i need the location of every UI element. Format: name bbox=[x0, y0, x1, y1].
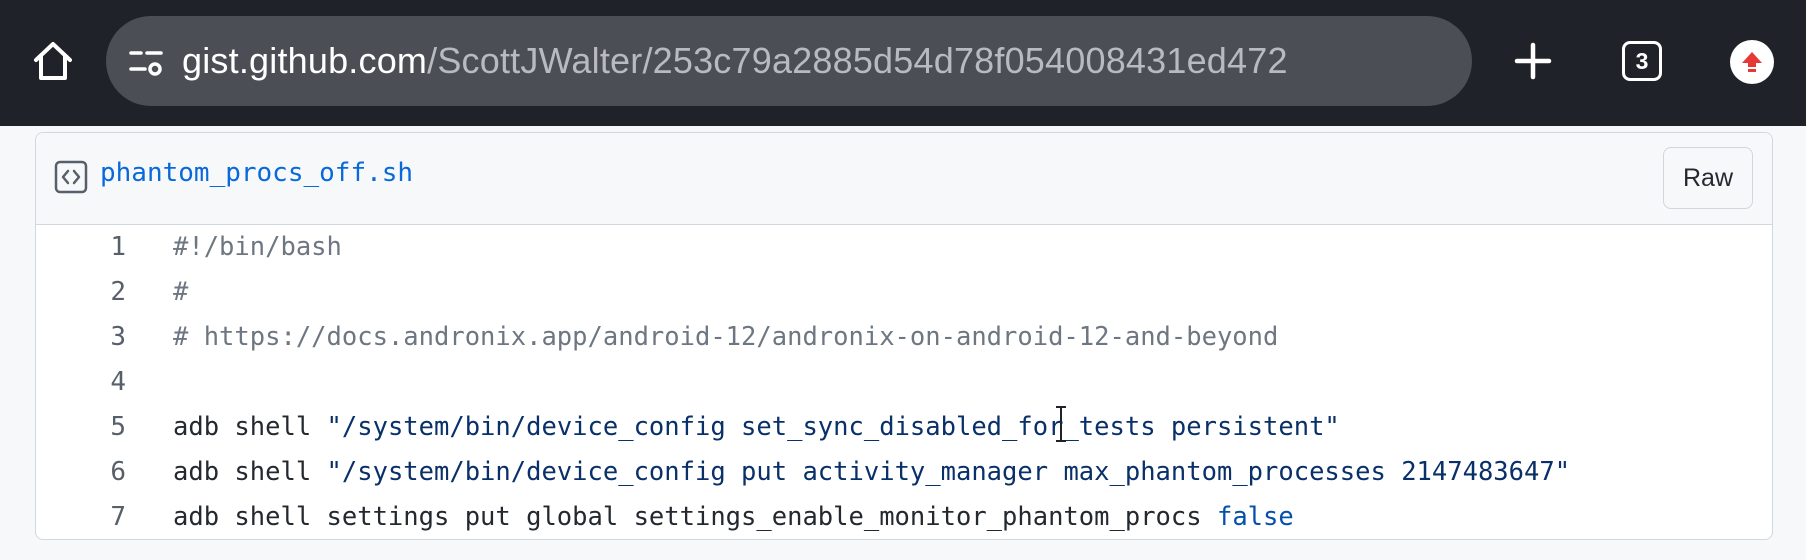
code-token-keyword: false bbox=[1216, 502, 1294, 532]
line-code: adb shell settings put global settings_e… bbox=[173, 495, 1294, 539]
line-code: # bbox=[173, 270, 188, 315]
line-code: adb shell "/system/bin/device_config set… bbox=[173, 405, 1340, 450]
raw-button[interactable]: Raw bbox=[1663, 147, 1753, 209]
gist-file-box: phantom_procs_off.sh Raw 1 #!/bin/bash 2 #3… bbox=[35, 132, 1773, 540]
address-bar[interactable]: gist.github.com/ScottJWalter/253c79a2885… bbox=[106, 16, 1472, 106]
code-line: 5 adb shell "/system/bin/device_config se… bbox=[36, 405, 1772, 450]
file-name-link[interactable]: phantom_procs_off.sh bbox=[100, 158, 413, 188]
url-domain: gist.github.com bbox=[182, 40, 428, 81]
code-token-plain: adb shell settings put global settings_e… bbox=[173, 502, 1217, 532]
code-line: 3 # https://docs.andronix.app/android-12/… bbox=[36, 315, 1772, 360]
code-line: 4 bbox=[36, 360, 1772, 405]
code-body: 1 #!/bin/bash 2 #3 # https://docs.andronix.a… bbox=[36, 225, 1772, 539]
line-number[interactable]: 3 bbox=[76, 315, 126, 360]
code-token-string: "/system/bin/device_config put activity_… bbox=[326, 457, 1571, 487]
code-line: 1 #!/bin/bash bbox=[36, 225, 1772, 270]
new-tab-button[interactable] bbox=[1502, 30, 1564, 92]
line-number[interactable]: 2 bbox=[76, 270, 126, 315]
home-icon bbox=[34, 42, 72, 80]
tune-icon bbox=[129, 51, 163, 76]
code-token-comment: #!/bin/bash bbox=[173, 232, 342, 262]
update-button[interactable] bbox=[1730, 40, 1774, 84]
code-token-plain: adb shell bbox=[173, 412, 327, 442]
line-number[interactable]: 6 bbox=[76, 450, 126, 495]
code-token-comment: # bbox=[173, 277, 189, 307]
line-number[interactable]: 4 bbox=[76, 360, 126, 405]
plus-icon bbox=[1514, 42, 1552, 80]
line-number[interactable]: 1 bbox=[76, 225, 126, 270]
code-token-plain: adb shell bbox=[173, 457, 327, 487]
home-button[interactable] bbox=[22, 30, 84, 92]
browser-toolbar: gist.github.com/ScottJWalter/253c79a2885… bbox=[0, 0, 1806, 126]
code-line: 7 adb shell settings put global settings_… bbox=[36, 495, 1772, 539]
code-line: 2 # bbox=[36, 270, 1772, 315]
file-header: phantom_procs_off.sh Raw bbox=[36, 133, 1772, 225]
url-path: /ScottJWalter/253c79a2885d54d78f05400843… bbox=[427, 40, 1288, 81]
line-number[interactable]: 5 bbox=[76, 405, 126, 450]
line-number[interactable]: 7 bbox=[76, 495, 126, 539]
code-token-string: "/system/bin/device_config set_sync_disa… bbox=[326, 412, 1340, 442]
tab-switcher-button[interactable]: 3 bbox=[1622, 41, 1662, 81]
url-text[interactable]: gist.github.com/ScottJWalter/253c79a2885… bbox=[182, 40, 1288, 82]
update-arrow-icon bbox=[1742, 52, 1762, 72]
text-cursor-icon bbox=[1056, 406, 1066, 442]
code-file-icon bbox=[54, 160, 88, 194]
code-line: 6 adb shell "/system/bin/device_config pu… bbox=[36, 450, 1772, 495]
line-code: # https://docs.andronix.app/android-12/a… bbox=[173, 315, 1278, 360]
line-code: #!/bin/bash bbox=[173, 225, 342, 270]
line-code: adb shell "/system/bin/device_config put… bbox=[173, 450, 1570, 495]
code-token-comment: # https://docs.andronix.app/android-12/a… bbox=[173, 322, 1279, 352]
site-settings-button[interactable] bbox=[122, 36, 172, 86]
